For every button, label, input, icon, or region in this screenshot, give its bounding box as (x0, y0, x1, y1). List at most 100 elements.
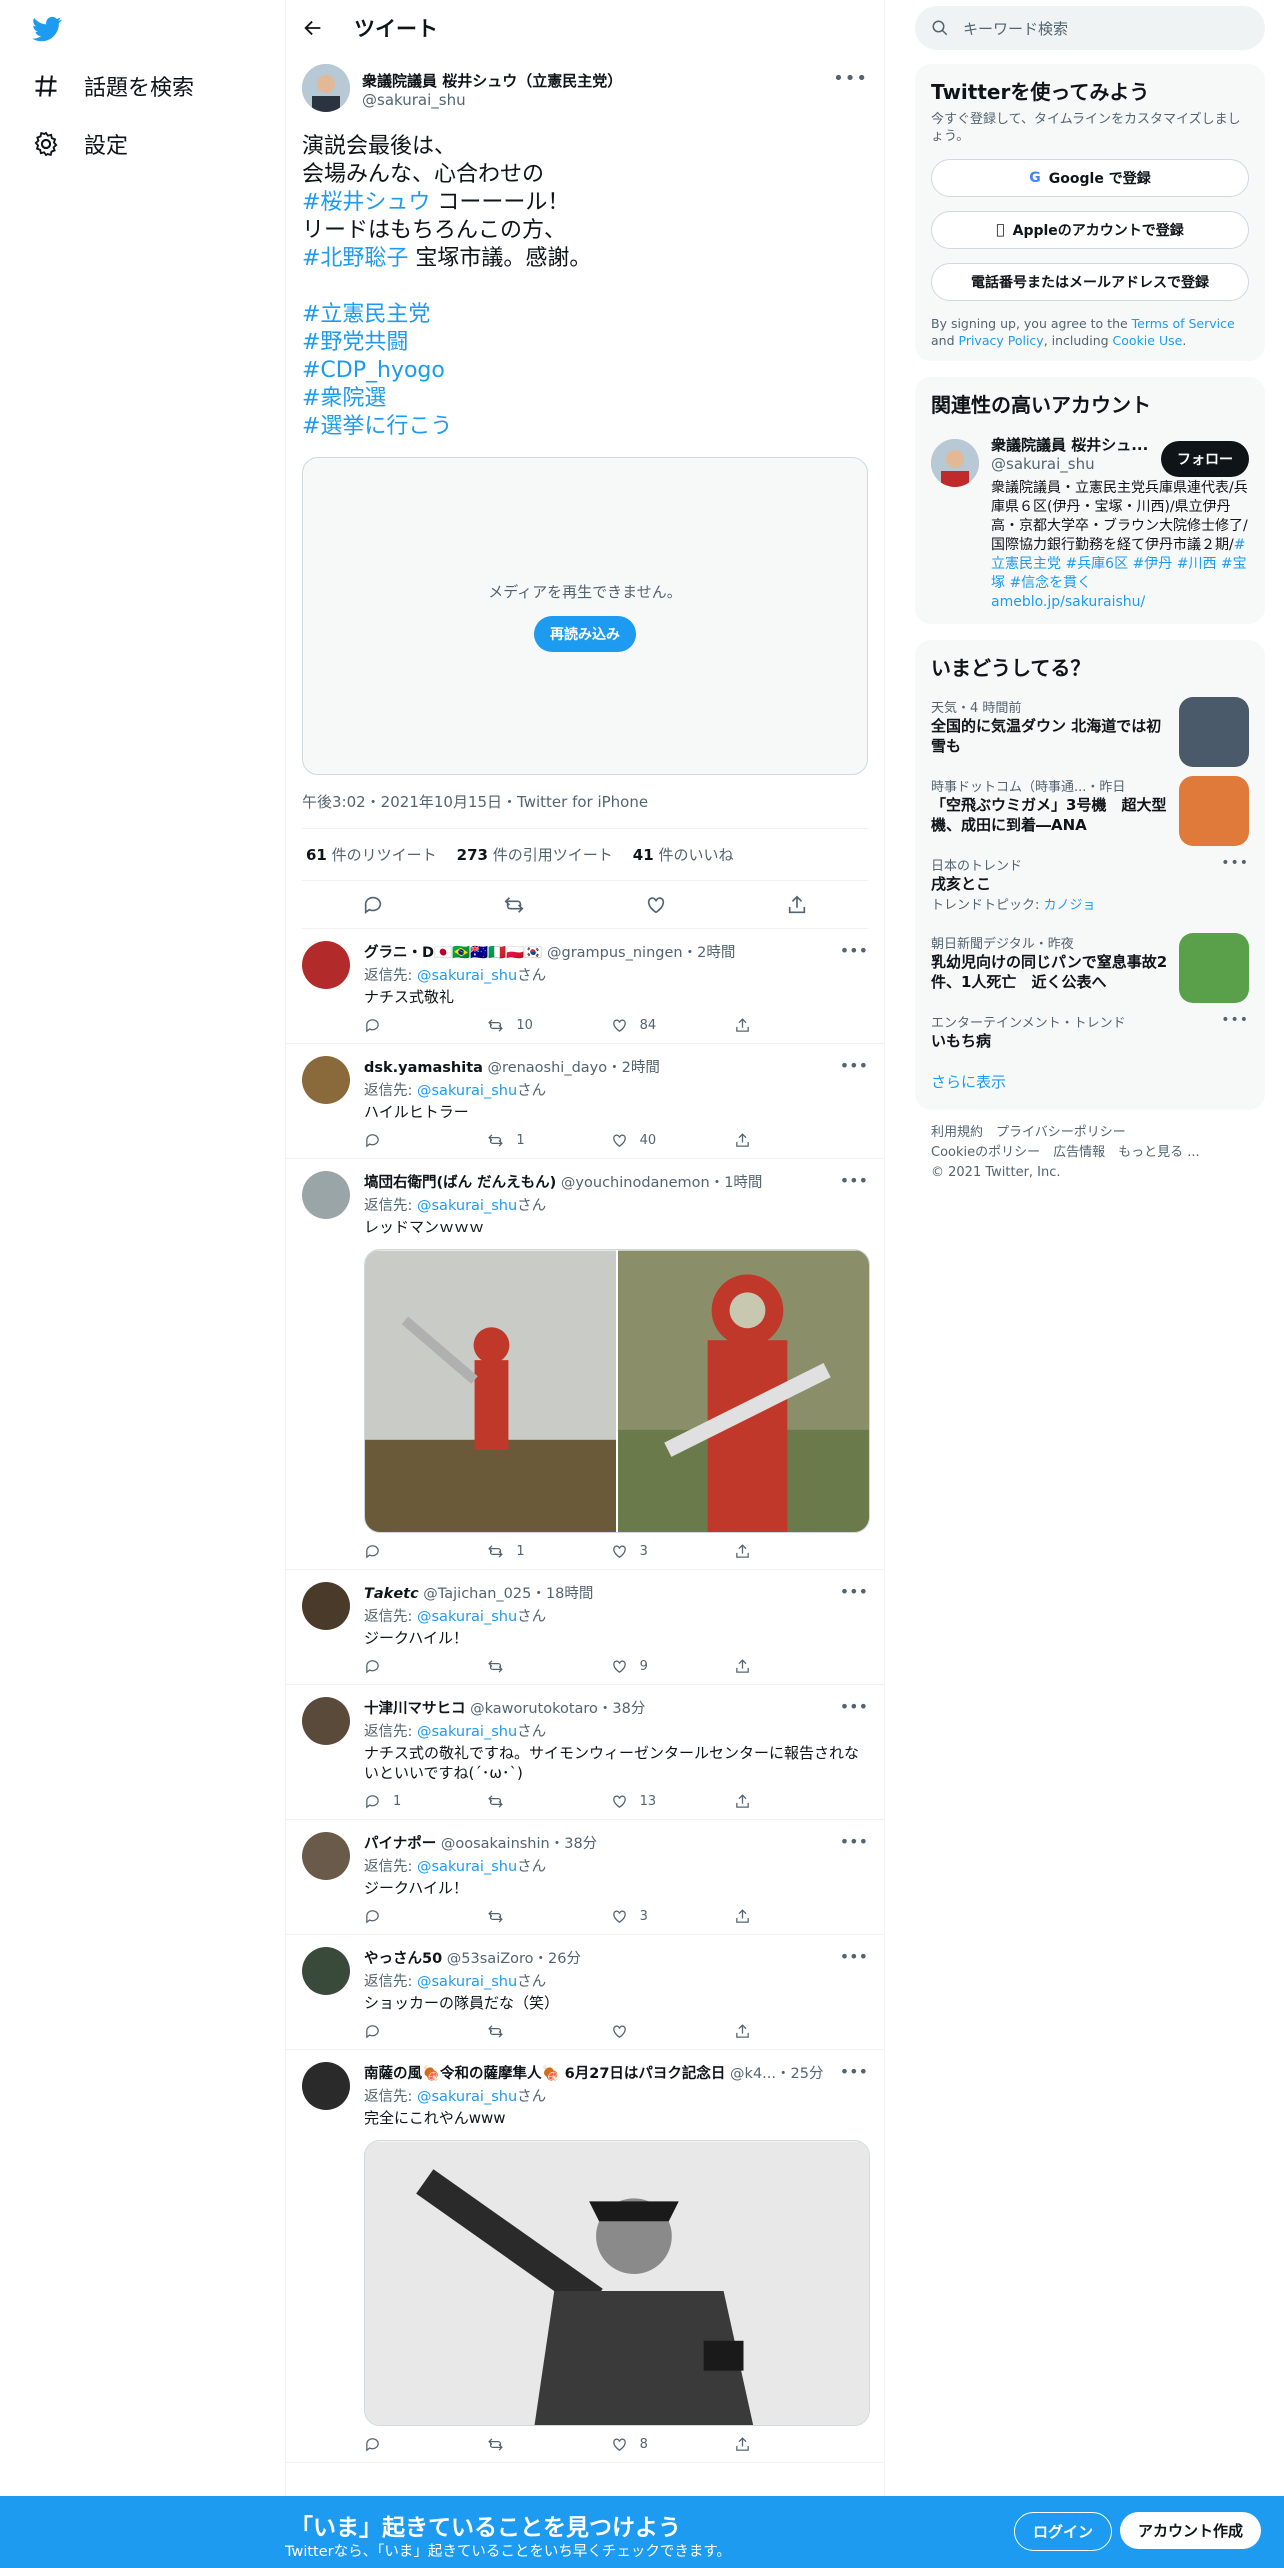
reply-to-handle[interactable]: @sakurai_shu (417, 1198, 517, 1214)
share-button[interactable] (734, 2023, 794, 2040)
nav-explore[interactable]: 話題を検索 (32, 70, 194, 102)
more-icon[interactable]: ••• (833, 68, 868, 89)
like-button[interactable]: 8 (611, 2436, 671, 2453)
reply-author-handle[interactable]: @youchinodanemon (561, 1175, 710, 1191)
reply-time[interactable]: ・2時間 (683, 945, 736, 961)
search-input[interactable]: キーワード検索 (963, 18, 1068, 39)
retweet-button[interactable] (487, 2436, 547, 2453)
avatar[interactable] (302, 1832, 350, 1880)
retweet-icon[interactable] (503, 894, 525, 916)
like-button[interactable]: 3 (611, 1908, 671, 1925)
retweet-button[interactable] (487, 2023, 547, 2040)
reply-author-name[interactable]: やっさん50 (364, 1951, 442, 1967)
retweet-button[interactable]: 10 (487, 1017, 547, 1034)
reply-author-name[interactable]: 塙団右衛門(ばん だんえもん) (364, 1175, 556, 1191)
apple-signup-button[interactable]:  Appleのアカウントで登録 (931, 211, 1249, 249)
reply-to-handle[interactable]: @sakurai_shu (417, 1859, 517, 1875)
retweet-button[interactable] (487, 1908, 547, 1925)
reply-author-name[interactable]: 十津川マサヒコ (364, 1701, 466, 1717)
reply-tweet[interactable]: ••• やっさん50 @53saiZoro・26分 返信先: @sakurai_… (286, 1935, 884, 2050)
avatar[interactable] (302, 1171, 350, 1219)
avatar[interactable] (302, 2062, 350, 2110)
reply-tweet[interactable]: ••• パイナポー @oosakainshin・38分 返信先: @sakura… (286, 1820, 884, 1935)
more-icon[interactable]: ••• (840, 1947, 868, 1966)
more-icon[interactable]: ••• (1221, 855, 1249, 871)
retweet-count-link[interactable]: 61 件のリツイート (306, 844, 437, 865)
reload-button[interactable]: 再読み込み (534, 615, 636, 652)
reply-time[interactable]: ・38分 (598, 1701, 645, 1717)
reply-image[interactable] (365, 2141, 869, 2426)
reply-time[interactable]: ・38分 (550, 1836, 597, 1852)
reply-author-name[interactable]: 𝙏𝙖𝙠𝙚𝙩𝙘 (364, 1586, 419, 1602)
like-button[interactable] (611, 2023, 671, 2040)
reply-button[interactable] (364, 1908, 424, 1925)
reply-button[interactable]: 1 (364, 1793, 424, 1810)
reply-time[interactable]: ・18時間 (531, 1586, 593, 1602)
reply-author-name[interactable]: パイナポー (364, 1836, 436, 1852)
reply-author-handle[interactable]: @renaoshi_dayo (488, 1060, 608, 1076)
more-icon[interactable]: ••• (840, 1056, 868, 1075)
reply-to-handle[interactable]: @sakurai_shu (417, 1083, 517, 1099)
reply-author-handle[interactable]: @k4... (730, 2066, 776, 2082)
reply-button[interactable] (364, 1017, 424, 1034)
heart-icon[interactable] (645, 894, 667, 916)
more-icon[interactable]: ••• (1221, 1012, 1249, 1028)
reply-tweet[interactable]: ••• 十津川マサヒコ @kaworutokotaro・38分 返信先: @sa… (286, 1685, 884, 1820)
reply-tweet[interactable]: ••• グラニ・D🇯🇵🇧🇷🇦🇺🇮🇹🇵🇱🇰🇷 @grampus_ningen・2時… (286, 929, 884, 1044)
privacy-link[interactable]: Privacy Policy (959, 333, 1044, 348)
author-handle[interactable]: @sakurai_shu (362, 91, 868, 109)
twitter-bird-icon[interactable] (30, 14, 64, 44)
reply-to-handle[interactable]: @sakurai_shu (417, 2089, 517, 2105)
signup-button[interactable]: アカウント作成 (1120, 2512, 1262, 2549)
more-icon[interactable]: ••• (840, 1697, 868, 1716)
footer-links-2[interactable]: Cookieのポリシー 広告情報 もっと見る ... (931, 1142, 1249, 1164)
avatar[interactable] (302, 941, 350, 989)
follow-button[interactable]: フォロー (1161, 441, 1249, 477)
share-button[interactable] (734, 1017, 794, 1034)
reply-image[interactable] (365, 1250, 616, 1533)
reply-tweet[interactable]: ••• 𝙏𝙖𝙠𝙚𝙩𝙘 @Tajichan_025・18時間 返信先: @saku… (286, 1570, 884, 1685)
reply-time[interactable]: ・1時間 (710, 1175, 763, 1191)
hashtag-link[interactable]: #桜井シュウ (302, 190, 430, 215)
login-button[interactable]: ログイン (1014, 2512, 1113, 2551)
avatar[interactable] (302, 1056, 350, 1104)
reply-author-handle[interactable]: @53saiZoro (447, 1951, 534, 1967)
share-button[interactable] (734, 1543, 794, 1560)
like-button[interactable]: 84 (611, 1017, 671, 1034)
avatar[interactable] (302, 1582, 350, 1630)
cookie-link[interactable]: Cookie Use (1113, 333, 1183, 348)
reply-to-handle[interactable]: @sakurai_shu (417, 1974, 517, 1990)
reply-author-name[interactable]: dsk.yamashita (364, 1060, 483, 1076)
like-button[interactable]: 40 (611, 1132, 671, 1149)
share-button[interactable] (734, 1793, 794, 1810)
reply-time[interactable]: ・25分 (776, 2066, 823, 2082)
hashtag-link[interactable]: #CDP_hyogo (302, 358, 445, 383)
hashtag-link[interactable]: #選挙に行こう (302, 414, 452, 439)
reply-image-grid[interactable] (364, 2140, 870, 2426)
retweet-button[interactable] (487, 1793, 547, 1810)
trend-item[interactable]: 朝日新聞デジタル・昨夜 乳幼児向けの同じパンで窒息事故2件、1人死亡 近く公表へ (931, 923, 1249, 1003)
hashtag-link[interactable]: #野党共闘 (302, 330, 408, 355)
like-count-link[interactable]: 41 件のいいね (633, 844, 734, 865)
trend-topic-link[interactable]: カノジョ (1044, 898, 1096, 913)
reply-image-grid[interactable] (364, 1249, 870, 1533)
more-icon[interactable]: ••• (840, 1832, 868, 1851)
hashtag-link[interactable]: #衆院選 (302, 386, 386, 411)
reply-author-handle[interactable]: @Tajichan_025 (423, 1586, 531, 1602)
google-signup-button[interactable]: G Google で登録 (931, 159, 1249, 197)
phone-signup-button[interactable]: 電話番号またはメールアドレスで登録 (931, 263, 1249, 301)
back-arrow-icon[interactable] (302, 17, 324, 39)
trend-item[interactable]: 天気・4 時間前 全国的に気温ダウン 北海道では初雪も (931, 687, 1249, 767)
nav-settings[interactable]: 設定 (32, 128, 128, 160)
reply-tweet[interactable]: ••• dsk.yamashita @renaoshi_dayo・2時間 返信先… (286, 1044, 884, 1159)
search-bar[interactable]: キーワード検索 (915, 6, 1265, 50)
trend-item[interactable]: エンターテインメント・トレンド いもち病 ••• (931, 1002, 1249, 1061)
reply-button[interactable] (364, 2023, 424, 2040)
retweet-button[interactable]: 1 (487, 1132, 547, 1149)
more-icon[interactable]: ••• (840, 2062, 868, 2081)
reply-author-handle[interactable]: @oosakainshin (441, 1836, 550, 1852)
avatar[interactable] (302, 1697, 350, 1745)
reply-image[interactable] (618, 1250, 869, 1533)
tweet-meta[interactable]: 午後3:02・2021年10月15日・Twitter for iPhone (302, 791, 868, 829)
reply-author-handle[interactable]: @grampus_ningen (547, 945, 683, 961)
